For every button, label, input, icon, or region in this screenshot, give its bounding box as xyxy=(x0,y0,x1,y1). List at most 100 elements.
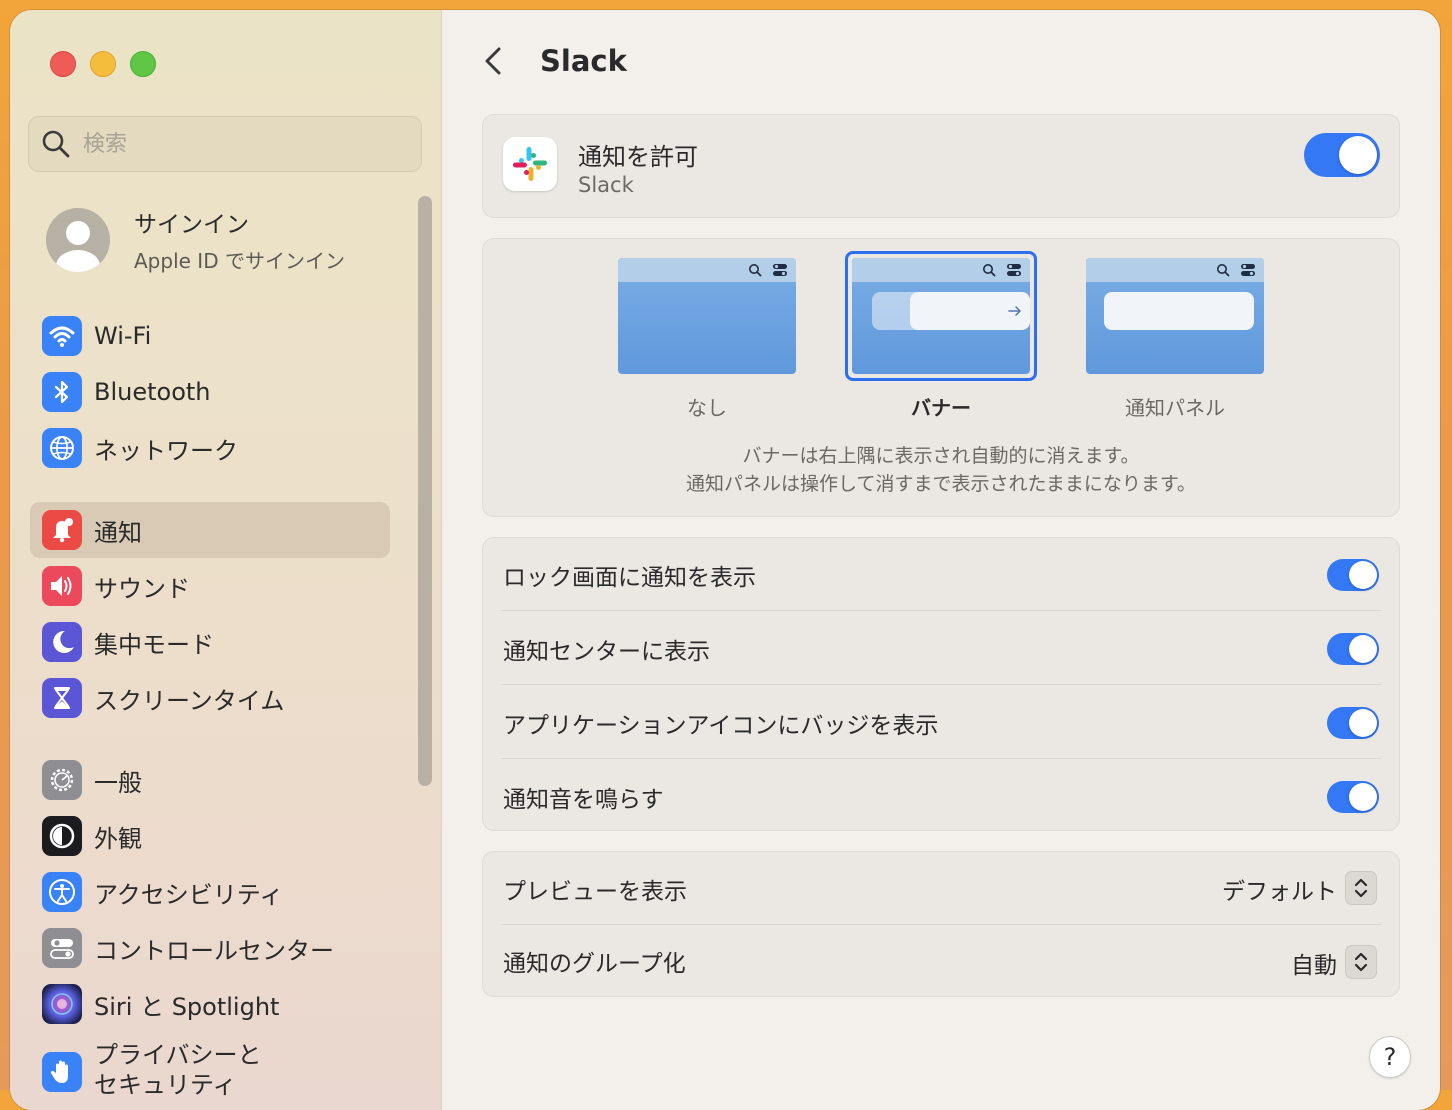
divider xyxy=(501,610,1381,611)
toggle-row-lock-screen: ロック画面に通知を表示 xyxy=(503,538,1379,612)
show-previews-value[interactable]: デフォルト xyxy=(1222,872,1337,906)
toggle-knob xyxy=(1349,561,1377,589)
show-previews-popup-button[interactable] xyxy=(1345,871,1377,905)
main-pane: Slack 通知を許可 Slack なし バナー 通知パネル バナーは右上隅に表… xyxy=(441,10,1440,1110)
alert-panel-preview xyxy=(1104,292,1254,330)
toggle-label: 通知センターに表示 xyxy=(503,639,710,665)
toggle-knob xyxy=(1349,635,1377,663)
alert-style-none[interactable]: なし xyxy=(618,258,796,421)
sidebar: サインイン Apple ID でサインイン Wi-Fi xyxy=(10,10,442,1110)
popup-label: 通知のグループ化 xyxy=(503,951,686,977)
sidebar-item-label: ネットワーク xyxy=(94,436,238,465)
avatar xyxy=(46,207,110,272)
control-center-icon xyxy=(42,928,82,968)
alert-style-none-label: なし xyxy=(687,396,727,420)
search-field[interactable] xyxy=(28,116,422,172)
grouping-value[interactable]: 自動 xyxy=(1291,946,1337,980)
toggle-row-notification-center: 通知センターに表示 xyxy=(503,612,1379,686)
alert-style-banner-label: バナー xyxy=(911,396,971,420)
control-center-icon xyxy=(1241,264,1255,276)
zoom-window-button[interactable] xyxy=(130,51,156,77)
sidebar-item-label: 通知 xyxy=(94,518,142,547)
search-icon xyxy=(749,264,762,277)
alert-style-card: なし バナー 通知パネル バナーは右上隅に表示され自動的に消えます。 通知パネル… xyxy=(482,238,1400,517)
toggle-row-badge: アプリケーションアイコンにバッジを表示 xyxy=(503,686,1379,760)
sidebar-item-label: Wi-Fi xyxy=(94,322,152,350)
sidebar-item-label: アクセシビリティ xyxy=(94,880,284,909)
hourglass-icon xyxy=(42,678,82,718)
search-icon xyxy=(1217,264,1230,277)
back-chevron-icon[interactable] xyxy=(479,46,509,76)
popup-row-grouping: 通知のグループ化 xyxy=(503,924,1379,998)
close-window-button[interactable] xyxy=(50,51,76,77)
sidebar-item-notifications[interactable]: 通知 xyxy=(30,502,390,558)
sidebar-item-label: 一般 xyxy=(94,768,142,797)
play-sound-toggle[interactable] xyxy=(1327,781,1379,813)
sidebar-scrollbar[interactable] xyxy=(418,196,432,786)
divider xyxy=(501,684,1381,685)
sidebar-item-siri-spotlight[interactable]: Siri と Spotlight xyxy=(30,976,390,1032)
sidebar-item-network[interactable]: ネットワーク xyxy=(30,420,390,476)
appearance-icon xyxy=(42,816,82,856)
settings-window: サインイン Apple ID でサインイン Wi-Fi xyxy=(10,10,1440,1110)
search-icon xyxy=(983,264,996,277)
accessibility-icon xyxy=(42,872,82,912)
badge-toggle[interactable] xyxy=(1327,707,1379,739)
sidebar-item-label: プライバシーと セキュリティ xyxy=(94,1041,262,1099)
toggle-label: アプリケーションアイコンにバッジを表示 xyxy=(503,713,939,739)
moon-icon xyxy=(42,622,82,662)
help-button[interactable]: ? xyxy=(1369,1036,1411,1078)
toggle-knob xyxy=(1349,783,1377,811)
person-icon xyxy=(56,220,100,272)
sidebar-item-label: コントロールセンター xyxy=(94,936,334,965)
sidebar-item-sound[interactable]: サウンド xyxy=(30,558,390,614)
alert-style-banner-preview xyxy=(852,258,1030,374)
control-center-icon xyxy=(1007,264,1021,276)
menubar-preview xyxy=(1086,258,1264,282)
search-input[interactable] xyxy=(81,130,385,158)
popup-label: プレビューを表示 xyxy=(503,879,687,905)
grouping-popup-button[interactable] xyxy=(1345,945,1377,979)
toggle-knob xyxy=(1339,136,1377,174)
account-signin[interactable]: サインイン Apple ID でサインイン xyxy=(46,205,345,274)
allow-notifications-card: 通知を許可 Slack xyxy=(482,114,1400,218)
chevron-up-down-icon xyxy=(1354,878,1368,898)
toggle-label: ロック画面に通知を表示 xyxy=(503,565,756,591)
account-subtitle: Apple ID でサインイン xyxy=(134,249,345,273)
notification-center-toggle[interactable] xyxy=(1327,633,1379,665)
siri-icon xyxy=(42,984,82,1024)
sidebar-item-wifi[interactable]: Wi-Fi xyxy=(30,308,390,364)
lock-screen-toggle[interactable] xyxy=(1327,559,1379,591)
sidebar-item-label: スクリーンタイム xyxy=(94,686,285,715)
toggle-knob xyxy=(1349,709,1377,737)
sidebar-item-label: 集中モード xyxy=(94,630,214,659)
globe-icon xyxy=(42,428,82,468)
allow-notifications-label: 通知を許可 xyxy=(578,143,698,171)
minimize-window-button[interactable] xyxy=(90,51,116,77)
speaker-icon xyxy=(42,566,82,606)
gear-icon xyxy=(42,760,82,800)
sidebar-item-screen-time[interactable]: スクリーンタイム xyxy=(30,670,390,726)
sidebar-item-label: Siri と Spotlight xyxy=(94,992,280,1021)
alert-style-description-2: 通知パネルは操作して消すまで表示されたままになります。 xyxy=(686,473,1196,495)
chevron-up-down-icon xyxy=(1354,952,1368,972)
sidebar-item-general[interactable]: 一般 xyxy=(30,752,390,808)
alert-style-banner[interactable]: バナー xyxy=(852,258,1030,421)
sidebar-item-appearance[interactable]: 外観 xyxy=(30,808,390,864)
alert-style-alerts-preview xyxy=(1086,258,1264,374)
allow-notifications-toggle[interactable] xyxy=(1304,133,1380,177)
bluetooth-icon xyxy=(42,372,82,412)
search-icon xyxy=(42,130,70,158)
alert-style-alerts[interactable]: 通知パネル xyxy=(1086,258,1264,421)
sidebar-item-focus[interactable]: 集中モード xyxy=(30,614,390,670)
menubar-preview xyxy=(852,258,1030,282)
allow-notifications-app-name: Slack xyxy=(578,173,634,197)
account-name: サインイン xyxy=(134,212,249,238)
sidebar-item-control-center[interactable]: コントロールセンター xyxy=(30,920,390,976)
sidebar-item-privacy-security[interactable]: プライバシーと セキュリティ xyxy=(30,1040,390,1099)
toggle-row-sound: 通知音を鳴らす xyxy=(503,760,1379,834)
sidebar-item-bluetooth[interactable]: Bluetooth xyxy=(30,364,390,420)
sidebar-item-label: サウンド xyxy=(94,574,190,603)
menubar-preview xyxy=(618,258,796,282)
sidebar-item-accessibility[interactable]: アクセシビリティ xyxy=(30,864,390,920)
